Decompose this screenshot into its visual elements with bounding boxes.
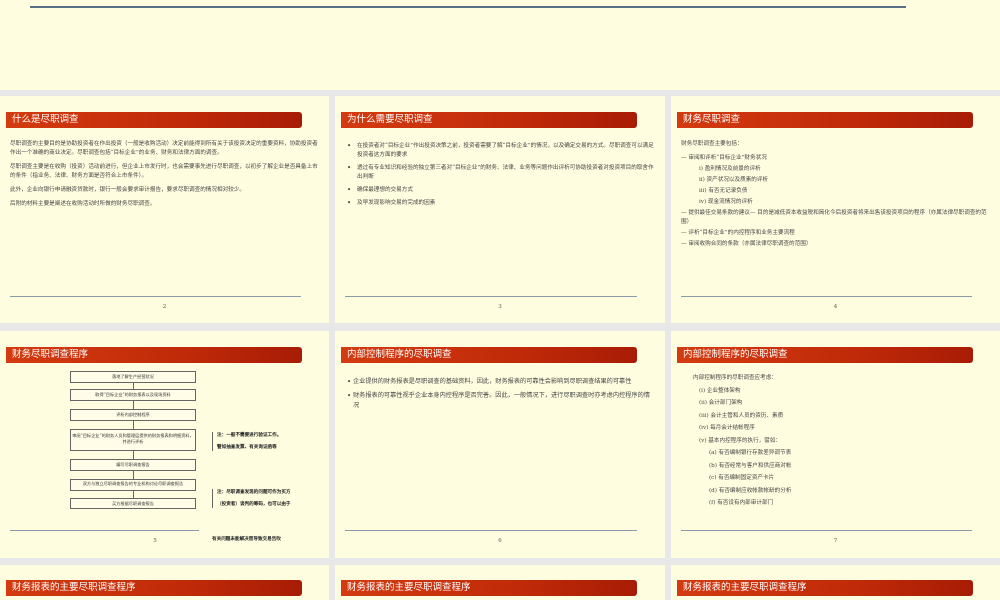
paragraph: 尽职调查主要是在收购（投资）活动前进行，但企业上市发行时，也会需要事先进行尽职调… xyxy=(10,164,318,179)
flow-step: 落地了解生产经营状况 xyxy=(70,371,196,383)
slide-footer-line xyxy=(345,296,637,297)
list-item: (d) 有否编制应收帐款帐龄的分析 xyxy=(709,487,792,494)
slide-title: 财务尽职调查 xyxy=(677,112,973,128)
slide-footer-line xyxy=(10,530,199,531)
list-item: — 审阅收购合同的条款（亦属法律尽职调查的范围） xyxy=(681,241,812,247)
note-text: 警如抽查发票、有关询证函等 xyxy=(217,445,277,450)
list-item: — 审阅和评析“目标企业”财务状况 xyxy=(681,155,767,161)
slide-title: 财务报表的主要尽职调查程序 xyxy=(6,580,302,596)
flow-connector xyxy=(133,421,134,429)
bullet-item: 确保最理想的交易方式 xyxy=(345,186,655,195)
bullet-item: 及早发现影响交易的完成的因素 xyxy=(345,199,655,208)
slide-body: 企业提供的财务报表是尽职调查的基础资料，因此，财务报表的可靠性会影响到尽职调查结… xyxy=(345,377,655,415)
slide-body: 财务尽职调查主要包括： — 审阅和评析“目标企业”财务状况 i) 盈利情况及前景… xyxy=(681,140,990,251)
slide-body: 内部控制程序的尽职调查应考虑： (i) 企业整体架构 (ii) 会计部门架构 (… xyxy=(681,373,990,511)
list-item: (i) 企业整体架构 xyxy=(699,387,741,394)
flow-connector xyxy=(133,401,134,409)
list-item: (a) 有否编制银行存款差异调节表 xyxy=(709,450,792,456)
flow-note: 注：尽职调查发现的问题可作为买方 （投资者）谈判的筹码，也可以由于 xyxy=(212,489,316,508)
slide-footer-line xyxy=(10,296,301,297)
paragraph: 尽职调查的主要目的是协助投资者在作出投资（一般是收购活动）决定前能得到所有关于该… xyxy=(10,141,318,156)
list-item: (b) 有否经常与客户和供应商对帐 xyxy=(709,462,792,469)
flow-step: 取得“目标企业”的财务报表以及现场资料 xyxy=(70,389,196,401)
note-text: 注：一般不需要进行验证工作。 xyxy=(217,433,282,438)
slide-4[interactable]: 财务尽职调查 财务尽职调查主要包括： — 审阅和评析“目标企业”财务状况 i) … xyxy=(671,96,1000,323)
bullet-item: 企业提供的财务报表是尽职调查的基础资料，因此，财务报表的可靠性会影响到尽职调查结… xyxy=(345,377,655,387)
slide-title: 财务尽职调查程序 xyxy=(6,347,302,363)
list-item: (c) 有否编制固定资产卡片 xyxy=(709,475,775,481)
slide-footer-line xyxy=(681,296,972,297)
slide-8[interactable]: 财务报表的主要尽职调查程序 xyxy=(0,565,329,600)
flow-step: 买方根据尽职调查报告 xyxy=(70,498,196,509)
slide-footer-line xyxy=(681,530,972,531)
flow-connector xyxy=(133,471,134,479)
flow-connector xyxy=(133,451,134,459)
list-item: (ii) 会计部门架构 xyxy=(699,400,743,406)
note-text: 有关问题未能解决而导致交易告吹 xyxy=(212,537,281,542)
note-text: （投资者）谈判的筹码，也可以由于 xyxy=(217,502,291,507)
slide-title: 什么是尽职调查 xyxy=(6,112,302,128)
slide-10[interactable]: 财务报表的主要尽职调查程序 xyxy=(671,565,1000,600)
list-item: ii) 资产状况以及质素的评析 xyxy=(699,177,769,183)
bullet-item: 在投资者对“目标企业”作出投资决策之前，投资者需要了解“目标企业”的情况，以及确… xyxy=(345,142,655,160)
bullet-item: 透过有专业知识和经验的独立第三者对“目标企业”的财务、法律、业务等问题作出评析可… xyxy=(345,164,655,182)
page-number: 2 xyxy=(162,304,167,310)
list-item: — 评析“目标企业”的内控程序和业务主要流程 xyxy=(681,230,795,236)
page-number: 3 xyxy=(498,304,502,310)
slide-title: 为什么需要尽职调查 xyxy=(341,112,637,128)
slide-9[interactable]: 财务报表的主要尽职调查程序 xyxy=(335,565,665,600)
flow-step: 审阅“目标企业”的财务人员和管理层提供的财务报表和明细资料，并进行评析 xyxy=(70,429,196,451)
page-number: 7 xyxy=(833,538,838,544)
list-item: — 提供最佳交易条款的建议— 目的是减低资本收益税和简化今后投资者将来出售该投资… xyxy=(681,210,987,225)
list-item: (v) 基本内控程序的执行，譬如： xyxy=(699,437,782,444)
slide-title: 财务报表的主要尽职调查程序 xyxy=(677,580,973,596)
list-item: iv) 现金流情况的评析 xyxy=(699,199,753,205)
page-number: 4 xyxy=(833,304,838,310)
slide-6[interactable]: 内部控制程序的尽职调查 企业提供的财务报表是尽职调查的基础资料，因此，财务报表的… xyxy=(335,331,665,558)
slide-title: 财务报表的主要尽职调查程序 xyxy=(341,580,637,596)
slide-title: 内部控制程序的尽职调查 xyxy=(677,347,973,363)
slide-3[interactable]: 为什么需要尽职调查 在投资者对“目标企业”作出投资决策之前，投资者需要了解“目标… xyxy=(335,96,665,323)
intro-text: 内部控制程序的尽职调查应考虑： xyxy=(693,375,777,381)
list-item: (iii) 会计主管和人员的资历、素质 xyxy=(699,412,784,419)
slide-5[interactable]: 财务尽职调查程序 落地了解生产经营状况 取得“目标企业”的财务报表以及现场资料 … xyxy=(0,331,329,558)
page-number: 6 xyxy=(498,538,502,544)
list-item: (f) 有否设有内部审计部门 xyxy=(709,500,774,506)
previous-slide-strip xyxy=(0,0,1000,90)
flow-step: 双方与独立尽职调查报告的专业机构讨论尽职调查报告 xyxy=(70,479,196,491)
slide-footer-line xyxy=(345,530,637,531)
paragraph: 此外，企业向银行申请融资贷款时，银行一般会要求审计报告，要求尽职调查的情况相对较… xyxy=(10,187,245,193)
bullet-item: 财务报表的可靠性视乎企业本身内控程序是否完善。因此，一般情况下，进行尽职调查时亦… xyxy=(345,391,655,411)
intro-text: 财务尽职调查主要包括： xyxy=(681,141,743,147)
note-text: 注：尽职调查发现的问题可作为买方 xyxy=(217,490,291,495)
list-item: (iv) 每月会计结帐程序 xyxy=(699,425,755,431)
slide-body: 在投资者对“目标企业”作出投资决策之前，投资者需要了解“目标企业”的情况，以及确… xyxy=(345,142,655,212)
list-item: iii) 有否无记录负债 xyxy=(699,188,748,194)
flow-step: 评析内部控制程序 xyxy=(70,409,196,421)
flow-note: 注：一般不需要进行验证工作。 警如抽查发票、有关询证函等 xyxy=(212,432,316,451)
paragraph: 后附的材料主要是阐述在收购活动时所做的财务尽职调查。 xyxy=(10,201,156,207)
list-item: i) 盈利情况及前景的评析 xyxy=(699,166,761,172)
slide-footer-line xyxy=(30,6,906,8)
slide-title: 内部控制程序的尽职调查 xyxy=(341,347,637,363)
slide-body: 尽职调查的主要目的是协助投资者在作出投资（一般是收购活动）决定前能得到所有关于该… xyxy=(10,140,319,214)
flow-connector xyxy=(133,491,134,498)
slide-2[interactable]: 什么是尽职调查 尽职调查的主要目的是协助投资者在作出投资（一般是收购活动）决定前… xyxy=(0,96,329,323)
flow-step: 编写尽职调查报告 xyxy=(70,459,196,471)
slide-7[interactable]: 内部控制程序的尽职调查 内部控制程序的尽职调查应考虑： (i) 企业整体架构 (… xyxy=(671,331,1000,558)
